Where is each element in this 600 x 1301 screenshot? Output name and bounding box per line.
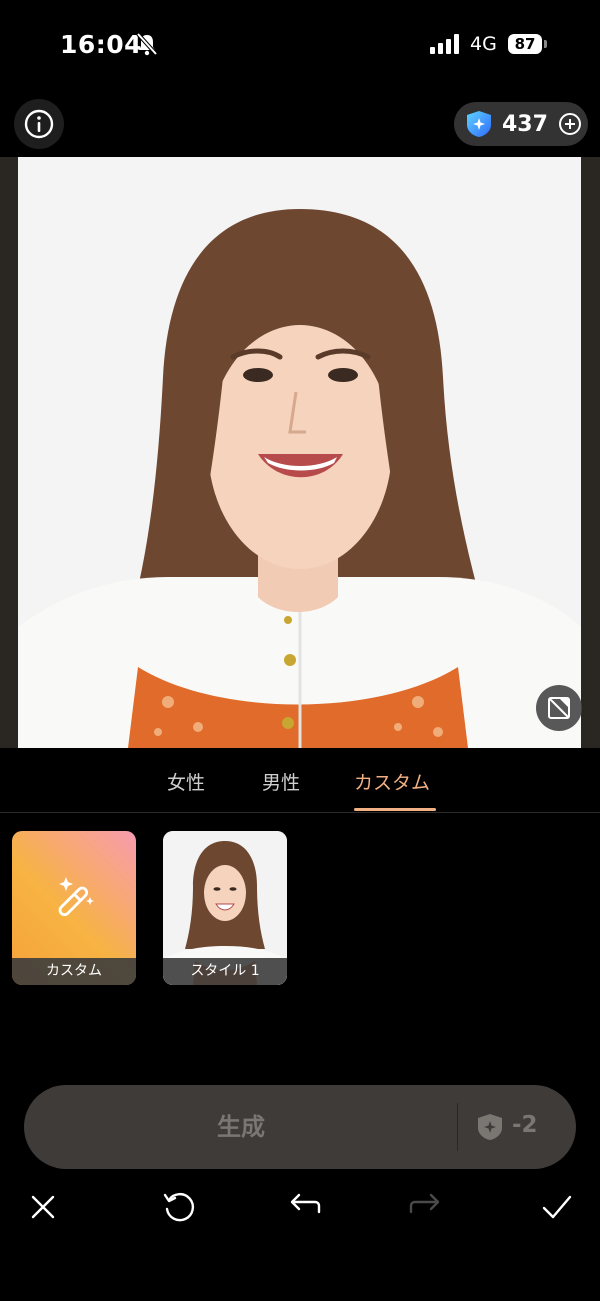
style-card-label: スタイル 1 <box>163 958 287 985</box>
credits-badge[interactable]: 437 <box>454 102 588 146</box>
gem-icon <box>467 111 491 137</box>
info-icon <box>24 109 54 139</box>
battery-level: 87 <box>508 34 542 54</box>
generate-cost: -2 <box>512 1112 538 1138</box>
gem-icon <box>478 1114 502 1140</box>
reset-button[interactable] <box>162 1190 196 1224</box>
photo-preview-frame <box>0 157 600 748</box>
tab-custom[interactable]: カスタム <box>354 768 430 795</box>
magic-wand-icon <box>58 877 94 917</box>
check-icon <box>542 1195 572 1219</box>
compare-icon <box>548 697 570 719</box>
close-icon <box>31 1195 55 1219</box>
reset-icon <box>163 1193 194 1222</box>
credits-count: 437 <box>502 111 548 137</box>
redo-icon <box>409 1193 440 1214</box>
tab-female[interactable]: 女性 <box>167 768 205 795</box>
plus-circle-icon[interactable] <box>558 112 582 136</box>
tab-divider <box>0 812 600 813</box>
bell-muted-icon <box>136 32 158 56</box>
style-card-style1[interactable]: スタイル 1 <box>163 831 287 985</box>
status-time: 16:04 <box>60 30 143 59</box>
signal-icon <box>430 34 459 54</box>
close-button[interactable] <box>26 1190 60 1224</box>
tab-active-indicator <box>354 808 436 811</box>
tab-male[interactable]: 男性 <box>262 768 300 795</box>
undo-icon <box>290 1193 321 1214</box>
generate-button[interactable]: 生成 <box>24 1085 458 1169</box>
style-card-label: カスタム <box>12 958 136 985</box>
undo-button[interactable] <box>288 1190 322 1224</box>
redo-button[interactable] <box>408 1190 442 1224</box>
compare-button[interactable] <box>536 685 582 731</box>
network-type: 4G <box>470 33 497 55</box>
generate-separator <box>457 1103 458 1151</box>
portrait-photo <box>18 157 581 748</box>
battery-icon: 87 <box>508 34 548 56</box>
info-button[interactable] <box>14 99 64 149</box>
confirm-button[interactable] <box>540 1190 574 1224</box>
style-card-custom[interactable]: カスタム <box>12 831 136 985</box>
